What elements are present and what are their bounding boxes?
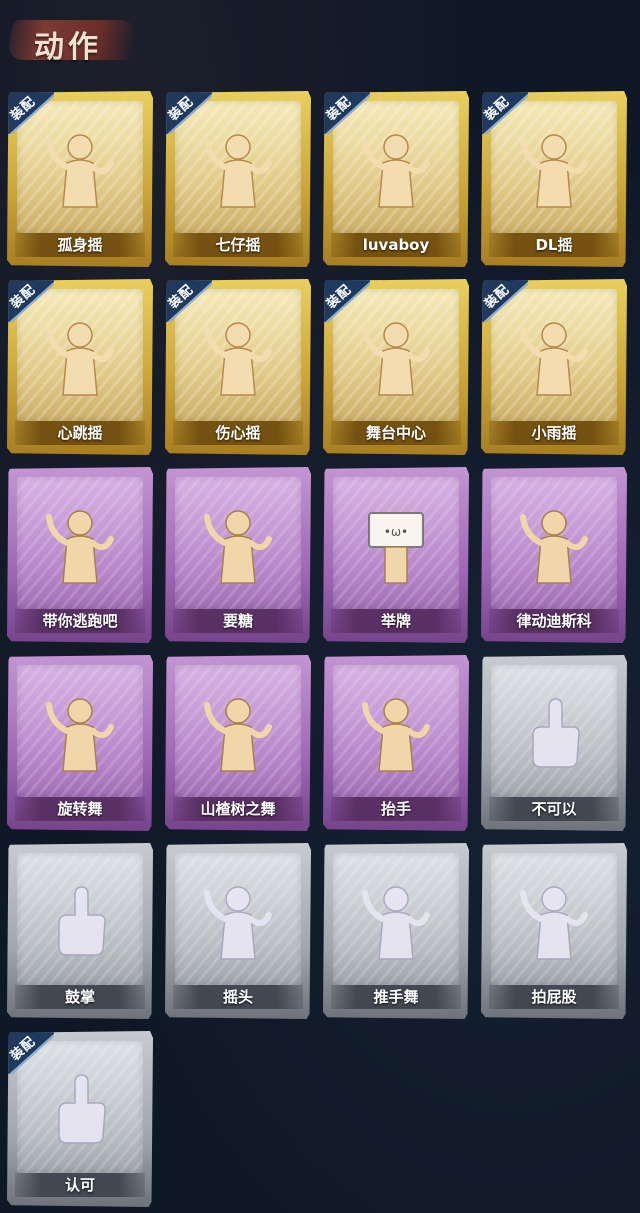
emote-card[interactable]: 律动迪斯科	[481, 467, 627, 643]
emote-card-label: 认可	[15, 1173, 145, 1197]
page-title: 动作	[34, 30, 102, 65]
equipped-badge: 装配	[323, 91, 370, 134]
figure-raise-hand-icon	[362, 698, 430, 772]
emote-card[interactable]: 要糖	[165, 467, 311, 643]
emote-card[interactable]: 鼓掌	[7, 843, 153, 1019]
equipped-badge: 装配	[481, 279, 528, 322]
emote-card[interactable]: DL摇 装配	[481, 91, 627, 267]
dancer-arms-crossed-icon	[204, 134, 272, 208]
emote-card-label: 举牌	[331, 609, 461, 633]
dancer-spin-icon	[46, 698, 114, 772]
equipped-badge: 装配	[481, 91, 528, 134]
emote-card-label: DL摇	[489, 233, 619, 257]
dancer-swaying-icon	[46, 134, 114, 208]
equipped-badge: 装配	[7, 1031, 54, 1074]
emote-card[interactable]: 七仔摇 装配	[165, 91, 311, 267]
emote-card[interactable]: luvaboy 装配	[323, 91, 469, 267]
emote-card[interactable]: 孤身摇 装配	[7, 91, 153, 267]
emote-card-label: 要糖	[173, 609, 303, 633]
dancer-arm-raised-icon	[520, 134, 588, 208]
emote-card-label: 抬手	[331, 797, 461, 821]
dancer-pose-icon	[362, 322, 430, 396]
emote-card-label: 山楂树之舞	[173, 797, 303, 821]
dancer-lean-icon	[520, 322, 588, 396]
figure-sign-icon: •ω•	[368, 512, 424, 584]
thumbs-up-icon	[58, 1074, 106, 1144]
equipped-badge: 装配	[7, 91, 54, 134]
emote-card[interactable]: 摇头	[165, 843, 311, 1019]
emote-card-label: 孤身摇	[15, 233, 145, 257]
equipped-badge: 装配	[7, 279, 54, 322]
emote-card[interactable]: 伤心摇 装配	[165, 279, 311, 455]
dancer-point-icon	[46, 510, 114, 584]
dancer-hand-up-icon	[46, 322, 114, 396]
emote-card-label: 不可以	[489, 797, 619, 821]
emote-card-label: 带你逃跑吧	[15, 609, 145, 633]
figure-slap-icon	[520, 886, 588, 960]
emote-card-label: 伤心摇	[173, 421, 303, 445]
emote-card-label: 心跳摇	[15, 421, 145, 445]
equipped-badge: 装配	[323, 279, 370, 322]
emote-card-label: 推手舞	[331, 985, 461, 1009]
emote-card-label: 摇头	[173, 985, 303, 1009]
emote-card[interactable]: 带你逃跑吧	[7, 467, 153, 643]
emote-card-label: 旋转舞	[15, 797, 145, 821]
emote-card[interactable]: 舞台中心 装配	[323, 279, 469, 455]
emote-card[interactable]: 抬手	[323, 655, 469, 831]
emote-card[interactable]: 拍屁股	[481, 843, 627, 1019]
finger-wag-icon	[532, 698, 580, 768]
emote-card-label: 鼓掌	[15, 985, 145, 1009]
equipped-badge: 装配	[165, 279, 212, 322]
figure-push-hands-icon	[362, 886, 430, 960]
dancer-disco-icon	[520, 510, 588, 584]
emote-card-label: 律动迪斯科	[489, 609, 619, 633]
emote-card[interactable]: 不可以	[481, 655, 627, 831]
dancer-twist-icon	[362, 134, 430, 208]
dancer-wave-icon	[204, 698, 272, 772]
emote-card[interactable]: 山楂树之舞	[165, 655, 311, 831]
emote-card-label: 拍屁股	[489, 985, 619, 1009]
emote-card-label: 小雨摇	[489, 421, 619, 445]
emote-card[interactable]: 推手舞	[323, 843, 469, 1019]
section-header: 动作	[6, 12, 140, 65]
emote-card[interactable]: •ω• 举牌	[323, 467, 469, 643]
figure-reach-icon	[204, 510, 272, 584]
emote-card[interactable]: 小雨摇 装配	[481, 279, 627, 455]
emote-card[interactable]: 旋转舞	[7, 655, 153, 831]
svg-text:•ω•: •ω•	[384, 525, 408, 539]
emote-card-label: 七仔摇	[173, 233, 303, 257]
emote-card[interactable]: 心跳摇 装配	[7, 279, 153, 455]
clapping-hands-icon	[58, 886, 106, 956]
emote-card[interactable]: 认可 装配	[7, 1031, 153, 1207]
emote-card-label: 舞台中心	[331, 421, 461, 445]
figure-shake-head-icon	[204, 886, 272, 960]
emote-card-label: luvaboy	[331, 233, 461, 257]
equipped-badge: 装配	[165, 91, 212, 134]
dancer-heart-hands-icon	[204, 322, 272, 396]
